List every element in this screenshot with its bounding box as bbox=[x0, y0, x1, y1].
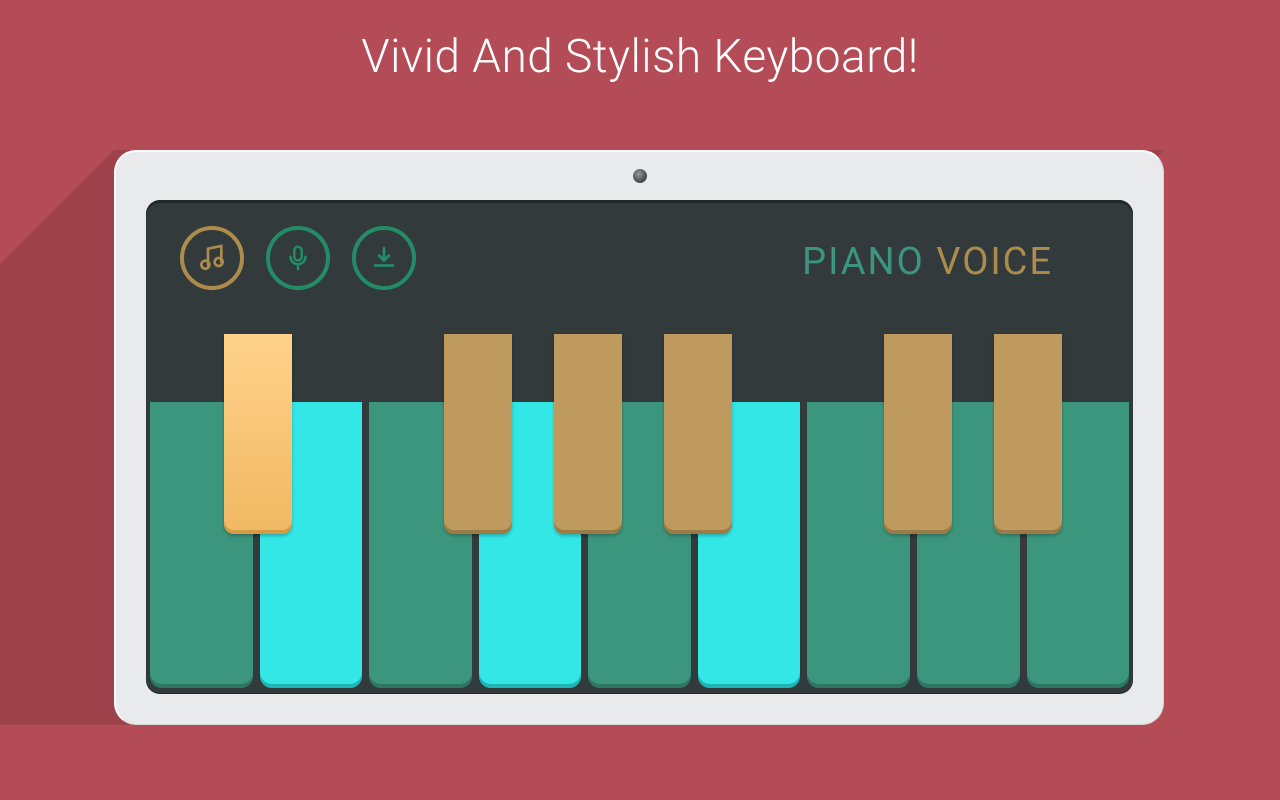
black-key-6[interactable] bbox=[994, 334, 1062, 534]
app-title-word2: VOICE bbox=[936, 240, 1053, 284]
download-icon bbox=[369, 243, 399, 273]
app-title: PIANO VOICE bbox=[802, 240, 1053, 284]
black-key-1[interactable] bbox=[224, 334, 292, 534]
white-keys-row bbox=[150, 402, 1129, 688]
black-key-2[interactable] bbox=[444, 334, 512, 534]
black-key-3[interactable] bbox=[554, 334, 622, 534]
piano-keyboard bbox=[146, 334, 1133, 694]
tablet-frame: PIANO VOICE bbox=[114, 150, 1164, 725]
black-key-5[interactable] bbox=[884, 334, 952, 534]
record-button[interactable] bbox=[266, 226, 330, 290]
toolbar bbox=[180, 226, 416, 290]
music-note-icon bbox=[196, 242, 228, 274]
music-button[interactable] bbox=[180, 226, 244, 290]
app-title-word1: PIANO bbox=[802, 240, 925, 284]
microphone-icon bbox=[283, 243, 313, 273]
page-headline: Vivid And Stylish Keyboard! bbox=[0, 30, 1280, 84]
app-screen: PIANO VOICE bbox=[146, 200, 1133, 694]
download-button[interactable] bbox=[352, 226, 416, 290]
black-key-4[interactable] bbox=[664, 334, 732, 534]
tablet-camera bbox=[633, 169, 647, 183]
